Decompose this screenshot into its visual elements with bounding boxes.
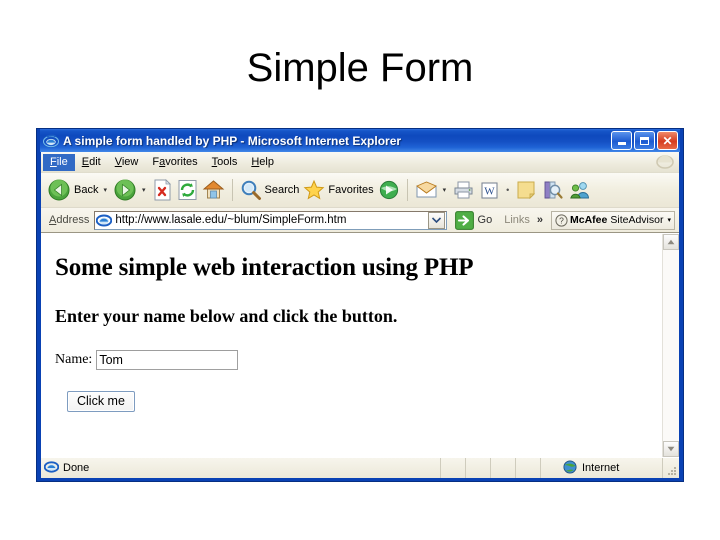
scroll-up-button[interactable] (663, 234, 679, 250)
question-mark-icon: ? (555, 213, 568, 227)
star-icon (303, 179, 325, 200)
research-button[interactable] (539, 176, 566, 204)
go-button-label: Go (477, 214, 493, 226)
address-bar: Address http://www.lasale.edu/~blum/Simp… (41, 208, 679, 233)
refresh-icon (178, 180, 196, 200)
forward-dropdown-icon[interactable]: ▾ (142, 187, 146, 194)
favorites-button[interactable]: Favorites (301, 176, 375, 204)
menu-bar: File Edit View Favorites Tools Help (41, 152, 679, 173)
home-icon (202, 180, 224, 199)
mcafee-label: McAfee (570, 214, 608, 226)
scroll-down-button[interactable] (663, 441, 679, 457)
browser-window: A simple form handled by PHP - Microsoft… (36, 128, 684, 482)
close-button[interactable]: ✕ (657, 131, 678, 150)
print-button[interactable] (450, 176, 477, 204)
address-label: Address (49, 214, 90, 226)
status-message-pane: Done (41, 458, 441, 478)
menu-item-edit[interactable]: Edit (75, 154, 108, 171)
internet-explorer-icon (42, 133, 60, 149)
status-pane-2 (466, 458, 491, 478)
page-heading: Some simple web interaction using PHP (55, 254, 474, 281)
page-subheading: Enter your name below and click the butt… (55, 306, 398, 326)
status-bar: Done Internet (41, 457, 679, 478)
page-content: Some simple web interaction using PHP En… (41, 234, 662, 457)
page-viewport: Some simple web interaction using PHP En… (41, 233, 679, 457)
notes-button[interactable] (513, 176, 539, 204)
globe-icon (563, 459, 577, 477)
address-url-text: http://www.lasale.edu/~blum/SimpleForm.h… (115, 214, 347, 226)
mail-icon (415, 181, 437, 198)
status-pane-1 (441, 458, 466, 478)
media-button[interactable] (376, 176, 402, 204)
go-arrow-icon (454, 210, 474, 230)
click-me-button[interactable]: Click me (67, 391, 135, 412)
svg-text:W: W (484, 185, 495, 197)
window-titlebar[interactable]: A simple form handled by PHP - Microsoft… (40, 129, 680, 152)
forward-button[interactable] (111, 176, 139, 204)
mcafee-dropdown-icon[interactable]: ▾ (667, 216, 671, 224)
links-label: Links (504, 214, 530, 226)
menu-item-view[interactable]: View (108, 154, 146, 171)
search-button[interactable]: Search (238, 176, 302, 204)
page-title: Simple Form (246, 46, 474, 90)
scrollbar-track[interactable] (663, 250, 679, 441)
resize-grip[interactable] (663, 458, 679, 478)
security-zone-text: Internet (582, 462, 620, 474)
toolbar-separator (231, 179, 233, 201)
messenger-button[interactable] (566, 176, 593, 204)
maximize-button[interactable] (634, 131, 655, 150)
search-button-label: Search (264, 184, 300, 196)
address-dropdown-icon[interactable] (427, 211, 445, 229)
printer-icon (454, 181, 473, 199)
go-button[interactable]: Go (452, 210, 496, 230)
browser-toolbar: Back ▾ ▾ Search Favorites ▾ W • (41, 173, 679, 208)
window-controls: ✕ (611, 131, 678, 150)
forward-arrow-icon (114, 179, 136, 201)
stop-icon (154, 179, 171, 201)
search-icon (241, 180, 261, 200)
internet-explorer-icon (43, 459, 60, 477)
refresh-button[interactable] (175, 176, 200, 204)
window-title: A simple form handled by PHP - Microsoft… (63, 133, 402, 148)
siteadvisor-label: SiteAdvisor (610, 214, 664, 226)
page-globe-icon (96, 212, 113, 228)
word-document-icon: W (481, 181, 498, 199)
toolbar-dot-separator: • (506, 185, 510, 195)
links-button[interactable]: Links » (504, 214, 543, 226)
back-dropdown-icon[interactable]: ▾ (103, 187, 107, 194)
edit-word-button[interactable]: W (477, 176, 502, 204)
address-input[interactable]: http://www.lasale.edu/~blum/SimpleForm.h… (94, 210, 447, 230)
menubar-brand-icon (654, 153, 676, 171)
toolbar-separator (406, 179, 408, 201)
back-button[interactable]: Back (45, 176, 100, 204)
svg-text:?: ? (559, 215, 564, 225)
menu-item-help[interactable]: Help (244, 154, 281, 171)
mail-dropdown-icon[interactable]: ▾ (443, 187, 447, 194)
minimize-button[interactable] (611, 131, 632, 150)
research-book-icon (544, 181, 563, 199)
vertical-scrollbar[interactable] (662, 234, 679, 457)
sticky-note-icon (517, 181, 536, 200)
mail-button[interactable] (413, 176, 440, 204)
name-input[interactable] (96, 350, 239, 370)
mcafee-siteadvisor-button[interactable]: ? McAfee SiteAdvisor ▾ (551, 210, 675, 230)
name-label: Name: (55, 352, 93, 367)
back-arrow-icon (48, 179, 70, 201)
security-zone-pane[interactable]: Internet (541, 458, 663, 478)
status-text: Done (63, 462, 90, 474)
stop-button[interactable] (150, 176, 175, 204)
home-button[interactable] (200, 176, 227, 204)
chevron-double-right-icon[interactable]: » (537, 214, 543, 226)
window-client-area: File Edit View Favorites Tools Help Back… (40, 152, 680, 478)
menu-item-favorites[interactable]: Favorites (145, 154, 204, 171)
messenger-people-icon (570, 182, 590, 199)
name-form-row: Name: (55, 350, 650, 370)
menu-item-tools[interactable]: Tools (205, 154, 245, 171)
status-pane-4 (516, 458, 541, 478)
media-globe-icon (379, 180, 398, 200)
status-pane-3 (491, 458, 516, 478)
favorites-button-label: Favorites (328, 184, 374, 196)
back-button-label: Back (74, 184, 99, 196)
menu-item-file[interactable]: File (43, 153, 75, 171)
